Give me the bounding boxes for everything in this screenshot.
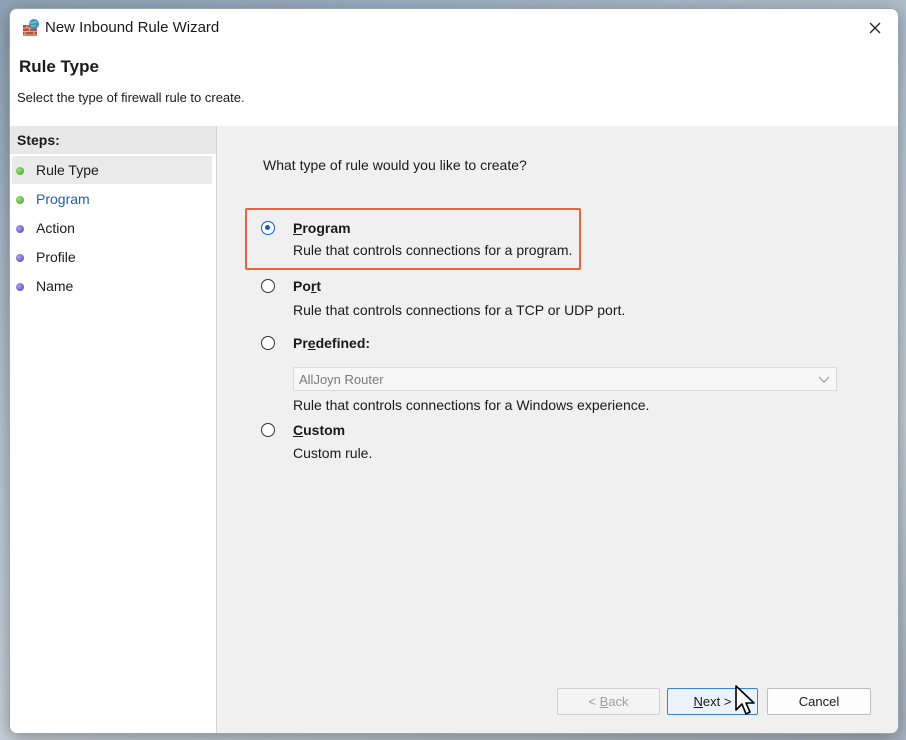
radio-program[interactable] (261, 221, 275, 235)
step-label: Rule Type (36, 162, 99, 178)
option-predefined-description: Rule that controls connections for a Win… (293, 397, 650, 413)
firewall-icon (23, 19, 39, 36)
step-label: Name (36, 278, 74, 294)
step-action[interactable]: Action (12, 214, 212, 242)
steps-heading: Steps: (10, 126, 216, 154)
cancel-button-label: Cancel (798, 694, 840, 709)
step-program[interactable]: Program (12, 185, 212, 213)
option-label-rest: ustom (303, 422, 346, 438)
predefined-dropdown-value: AllJoyn Router (299, 372, 384, 387)
back-button[interactable]: < Back (557, 688, 660, 715)
step-name[interactable]: Name (12, 272, 212, 300)
button-label-rest: ack (608, 694, 629, 709)
mnemonic-letter: P (293, 220, 303, 236)
step-rule-type[interactable]: Rule Type (12, 156, 212, 184)
steps-heading-label: Steps: (17, 132, 60, 148)
window-title: New Inbound Rule Wizard (45, 19, 220, 36)
mnemonic-letter: C (293, 422, 304, 438)
option-port-description: Rule that controls connections for a TCP… (293, 302, 626, 318)
step-profile[interactable]: Profile (12, 243, 212, 271)
step-complete-dot-icon (16, 196, 24, 204)
wizard-header: Rule Type Select the type of firewall ru… (10, 46, 898, 127)
predefined-dropdown[interactable]: AllJoyn Router (293, 367, 837, 391)
step-label: Program (36, 191, 90, 207)
step-complete-dot-icon (16, 167, 24, 175)
option-custom-label[interactable]: Custom (293, 422, 345, 438)
chevron-down-icon (818, 376, 830, 383)
option-program-label[interactable]: Program (293, 220, 351, 236)
radio-custom[interactable] (261, 423, 275, 437)
option-predefined-label[interactable]: Predefined: (293, 335, 370, 351)
button-label-start: < (588, 694, 600, 709)
option-label-start: Po (293, 278, 311, 294)
option-port-label[interactable]: Port (293, 278, 321, 294)
option-label-rest: rogram (302, 220, 351, 236)
step-pending-dot-icon (16, 283, 24, 291)
step-label: Profile (36, 249, 76, 265)
page-subtitle: Select the type of firewall rule to crea… (17, 90, 245, 105)
mnemonic-letter: B (599, 694, 609, 709)
cancel-button[interactable]: Cancel (767, 688, 871, 715)
close-button[interactable] (852, 9, 898, 46)
option-label-start: Pr (293, 335, 308, 351)
selection-highlight (245, 208, 581, 270)
option-program-description: Rule that controls connections for a pro… (293, 242, 573, 258)
close-icon (869, 22, 881, 33)
steps-panel: Steps: Rule Type Program Action Profile … (10, 126, 217, 733)
mnemonic-letter: e (307, 335, 316, 351)
button-label-rest: ext > (702, 694, 732, 709)
wizard-window: New Inbound Rule Wizard Rule Type Select… (9, 8, 899, 734)
page-title: Rule Type (19, 57, 99, 76)
wizard-content: What type of rule would you like to crea… (217, 126, 898, 733)
option-label-rest: t (316, 278, 322, 294)
mouse-pointer-icon (735, 685, 755, 715)
radio-predefined[interactable] (261, 336, 275, 350)
step-pending-dot-icon (16, 254, 24, 262)
mnemonic-letter: N (693, 694, 703, 709)
rule-type-question: What type of rule would you like to crea… (263, 157, 527, 173)
title-bar[interactable]: New Inbound Rule Wizard (10, 9, 898, 46)
step-pending-dot-icon (16, 225, 24, 233)
option-label-rest: defined: (315, 335, 371, 351)
radio-port[interactable] (261, 279, 275, 293)
step-label: Action (36, 220, 75, 236)
option-custom-description: Custom rule. (293, 445, 373, 461)
